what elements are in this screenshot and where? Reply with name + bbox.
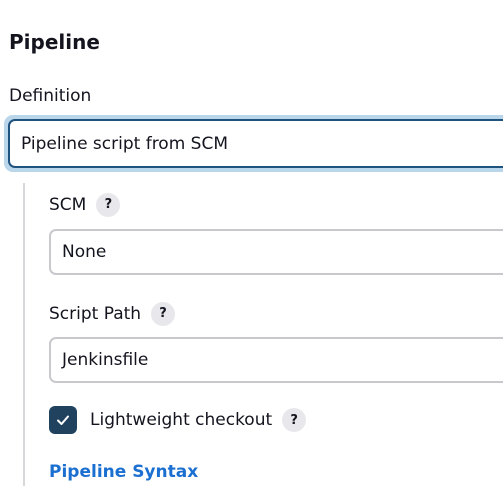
definition-select-value[interactable]: Pipeline script from SCM xyxy=(8,119,503,168)
lightweight-checkout-help-icon[interactable]: ? xyxy=(282,408,307,432)
definition-select[interactable]: Pipeline script from SCM xyxy=(4,115,503,172)
scm-label: SCM xyxy=(49,195,87,215)
help-glyph: ? xyxy=(159,306,167,321)
definition-label: Definition xyxy=(9,86,92,106)
scm-select[interactable]: None xyxy=(49,229,503,275)
lightweight-checkout-checkbox[interactable] xyxy=(49,406,77,434)
help-glyph: ? xyxy=(290,412,298,428)
scm-label-row: SCM ? xyxy=(49,193,121,217)
lightweight-checkout-row: Lightweight checkout ? xyxy=(49,406,307,434)
script-path-label: Script Path xyxy=(49,304,142,324)
checkmark-icon xyxy=(57,415,69,425)
nested-section-rail xyxy=(23,183,25,486)
script-path-help-icon[interactable]: ? xyxy=(151,302,176,326)
pipeline-syntax-link[interactable]: Pipeline Syntax xyxy=(49,462,198,482)
script-path-label-row: Script Path ? xyxy=(49,302,176,326)
help-glyph: ? xyxy=(104,197,113,212)
section-title: Pipeline xyxy=(9,30,100,54)
pipeline-config-section: Pipeline Definition Pipeline script from… xyxy=(0,0,503,502)
lightweight-checkout-label[interactable]: Lightweight checkout xyxy=(90,410,272,430)
script-path-input[interactable]: Jenkinsfile xyxy=(49,337,503,383)
scm-help-icon[interactable]: ? xyxy=(96,193,121,217)
scm-select-value: None xyxy=(62,242,107,262)
script-path-input-value: Jenkinsfile xyxy=(62,350,149,370)
